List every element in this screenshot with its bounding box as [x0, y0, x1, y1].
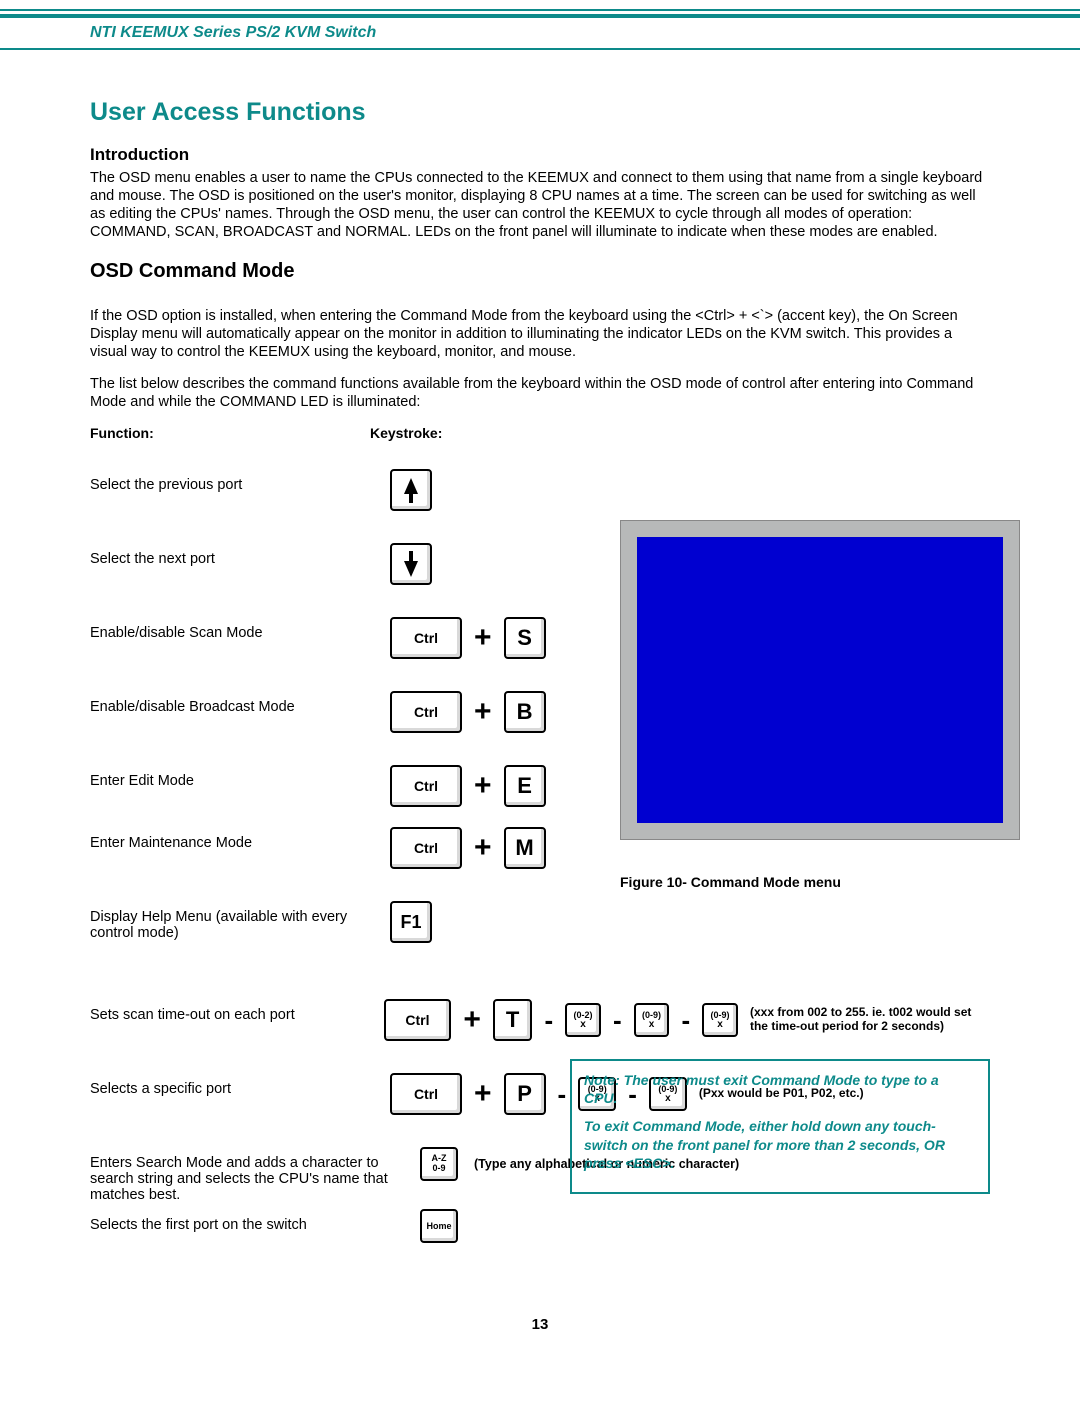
page-header: NTI KEEMUX Series PS/2 KVM Switch [0, 14, 1080, 50]
plus-icon: + [468, 621, 498, 655]
func-help: Display Help Menu (available with every … [90, 901, 390, 941]
ctrl-key: Ctrl [390, 765, 462, 807]
func-next: Select the next port [90, 543, 390, 567]
p-key: P [504, 1073, 546, 1115]
osd-para-1: If the OSD option is installed, when ent… [90, 307, 990, 361]
digit-0-2-key: (0-2)x [565, 1003, 601, 1037]
ctrl-key: Ctrl [390, 691, 462, 733]
dash-icon: - [675, 1005, 696, 1036]
plus-icon: + [457, 1003, 487, 1037]
ctrl-key: Ctrl [390, 1073, 462, 1115]
func-prev: Select the previous port [90, 469, 390, 493]
e-key: E [504, 765, 546, 807]
monitor-illustration [620, 520, 1020, 840]
digit-0-9-key: (0-9)x [634, 1003, 670, 1037]
note-box: Note: The user must exit Command Mode to… [570, 1059, 990, 1194]
row-prev-port: Select the previous port [90, 469, 990, 521]
ctrl-key: Ctrl [384, 999, 452, 1041]
m-key: M [504, 827, 546, 869]
s-key: S [504, 617, 546, 659]
func-select-port: Selects a specific port [90, 1073, 390, 1097]
func-maint: Enter Maintenance Mode [90, 827, 390, 851]
row-first-port: Selects the first port on the switch Hom… [90, 1209, 990, 1261]
az-key: A-Z0-9 [420, 1147, 458, 1181]
header-title: NTI KEEMUX Series PS/2 KVM Switch [90, 24, 376, 41]
osd-heading: OSD Command Mode [90, 260, 990, 283]
ctrl-key: Ctrl [390, 617, 462, 659]
plus-icon: + [468, 695, 498, 729]
b-key: B [504, 691, 546, 733]
intro-paragraph: The OSD menu enables a user to name the … [90, 169, 990, 242]
ctrl-key: Ctrl [390, 827, 462, 869]
arrow-down-key [390, 543, 432, 585]
func-first: Selects the first port on the switch [90, 1209, 420, 1233]
timeout-note: (xxx from 002 to 255. ie. t002 would set… [750, 1006, 990, 1034]
home-key: Home [420, 1209, 458, 1243]
section-title: User Access Functions [90, 98, 990, 127]
f1-key: F1 [390, 901, 432, 943]
intro-heading: Introduction [90, 145, 990, 165]
func-broadcast: Enable/disable Broadcast Mode [90, 691, 390, 715]
func-scan: Enable/disable Scan Mode [90, 617, 390, 641]
osd-para-2: The list below describes the command fun… [90, 375, 990, 411]
t-key: T [493, 999, 533, 1041]
note-line-1: Note: The user must exit Command Mode to… [584, 1071, 976, 1107]
func-edit: Enter Edit Mode [90, 765, 390, 789]
monitor-screen [637, 537, 1003, 823]
func-search: Enters Search Mode and adds a character … [90, 1147, 420, 1203]
table-header-row: Function: Keystroke: [90, 425, 990, 441]
arrow-up-key [390, 469, 432, 511]
dash-icon: - [538, 1005, 559, 1036]
col-keystroke: Keystroke: [370, 425, 442, 441]
plus-icon: + [468, 769, 498, 803]
func-timeout: Sets scan time-out on each port [90, 999, 384, 1023]
plus-icon: + [468, 1077, 498, 1111]
row-help: Display Help Menu (available with every … [90, 901, 990, 953]
plus-icon: + [468, 831, 498, 865]
row-timeout: Sets scan time-out on each port Ctrl + T… [90, 999, 990, 1051]
col-function: Function: [90, 425, 370, 441]
dash-icon: - [607, 1005, 628, 1036]
page-number: 13 [0, 1316, 1080, 1333]
note-line-2: To exit Command Mode, either hold down a… [584, 1117, 976, 1172]
figure-caption: Figure 10- Command Mode menu [620, 874, 841, 890]
digit-0-9-key: (0-9)x [702, 1003, 738, 1037]
